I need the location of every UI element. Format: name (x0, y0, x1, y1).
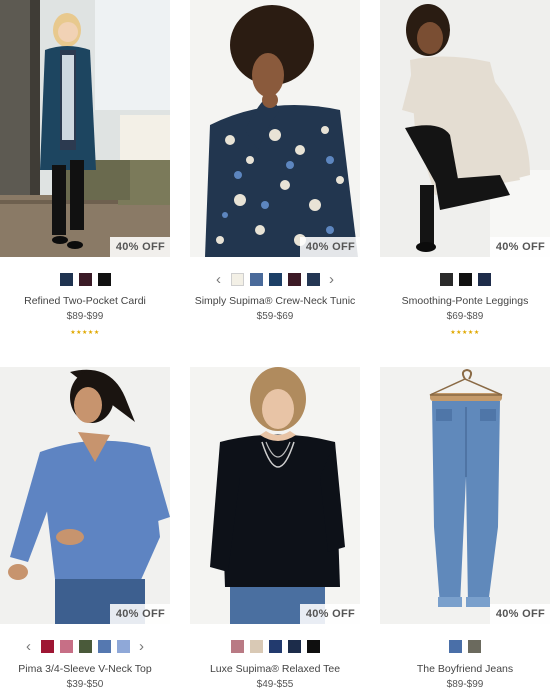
color-swatch[interactable] (439, 272, 453, 286)
color-swatch[interactable] (116, 639, 130, 653)
color-swatch[interactable] (306, 639, 320, 653)
color-swatch[interactable] (449, 639, 462, 653)
color-swatches: ‹ › (190, 271, 360, 287)
product-image[interactable]: 40% OFF (380, 367, 550, 624)
product-card[interactable]: 40% OFF The Boyfriend Jeans $89-$99 (380, 367, 550, 690)
swatch-next-arrow[interactable]: › (136, 639, 148, 654)
product-name[interactable]: Smoothing-Ponte Leggings (380, 295, 550, 307)
color-swatches (380, 638, 550, 654)
color-swatch[interactable] (287, 272, 301, 286)
color-swatch[interactable] (40, 639, 54, 653)
product-price: $49-$55 (256, 679, 294, 690)
color-swatch[interactable] (287, 639, 301, 653)
color-swatch[interactable] (268, 639, 282, 653)
product-price: $89-$99 (446, 679, 484, 690)
discount-badge: 40% OFF (489, 237, 550, 257)
product-name[interactable]: Refined Two-Pocket Cardi (0, 295, 170, 307)
color-swatch[interactable] (78, 639, 92, 653)
color-swatch[interactable] (230, 272, 244, 286)
color-swatches: ‹ › (0, 638, 170, 654)
discount-badge: 40% OFF (299, 604, 360, 624)
product-image[interactable]: 40% OFF (380, 0, 550, 257)
product-image[interactable]: 40% OFF (0, 367, 170, 624)
color-swatches (380, 271, 550, 287)
product-name[interactable]: Simply Supima® Crew-Neck Tunic (190, 295, 360, 307)
color-swatch[interactable] (78, 272, 92, 286)
color-swatch[interactable] (59, 639, 73, 653)
product-card[interactable]: 40% OFF Refined Two-Pocket Cardi $89-$99… (0, 0, 170, 345)
product-grid: 40% OFF Refined Two-Pocket Cardi $89-$99… (0, 0, 550, 690)
discount-badge: 40% OFF (109, 237, 170, 257)
product-price: $89-$99 (66, 311, 104, 322)
product-price: $69-$89 (446, 311, 484, 322)
color-swatches (0, 271, 170, 287)
product-name[interactable]: Luxe Supima® Relaxed Tee (190, 663, 360, 675)
product-card[interactable]: 40% OFF ‹ › Pima 3/4-Sleeve V-Neck Top $… (0, 367, 170, 690)
swatch-prev-arrow[interactable]: ‹ (23, 639, 35, 654)
rating-stars: ★★★★★ (450, 330, 480, 336)
color-swatch[interactable] (468, 639, 481, 653)
product-image[interactable]: 40% OFF (190, 0, 360, 257)
color-swatch[interactable] (458, 272, 472, 286)
discount-badge: 40% OFF (109, 604, 170, 624)
color-swatch[interactable] (249, 272, 263, 286)
swatch-prev-arrow[interactable]: ‹ (213, 272, 225, 287)
product-price: $39-$50 (66, 679, 104, 690)
color-swatch[interactable] (477, 272, 491, 286)
color-swatch[interactable] (230, 639, 244, 653)
color-swatch[interactable] (268, 272, 282, 286)
product-price: $59-$69 (256, 311, 294, 322)
color-swatch[interactable] (306, 272, 320, 286)
rating-stars: ★★★★★ (70, 330, 100, 336)
product-image[interactable]: 40% OFF (0, 0, 170, 257)
discount-badge: 40% OFF (299, 237, 360, 257)
discount-badge: 40% OFF (489, 604, 550, 624)
product-card[interactable]: 40% OFF Smoothing-Ponte Leggings $69-$89… (380, 0, 550, 345)
color-swatch[interactable] (97, 639, 111, 653)
product-card[interactable]: 40% OFF ‹ › Simply Supima® Crew-Neck Tun… (190, 0, 360, 345)
color-swatch[interactable] (249, 639, 263, 653)
color-swatch[interactable] (59, 272, 73, 286)
product-name[interactable]: Pima 3/4-Sleeve V-Neck Top (0, 663, 170, 675)
product-card[interactable]: 40% OFF Luxe Supima® Relaxed Tee $49-$55 (190, 367, 360, 690)
product-name[interactable]: The Boyfriend Jeans (380, 663, 550, 675)
color-swatches (190, 638, 360, 654)
swatch-next-arrow[interactable]: › (326, 272, 338, 287)
product-image[interactable]: 40% OFF (190, 367, 360, 624)
color-swatch[interactable] (97, 272, 111, 286)
